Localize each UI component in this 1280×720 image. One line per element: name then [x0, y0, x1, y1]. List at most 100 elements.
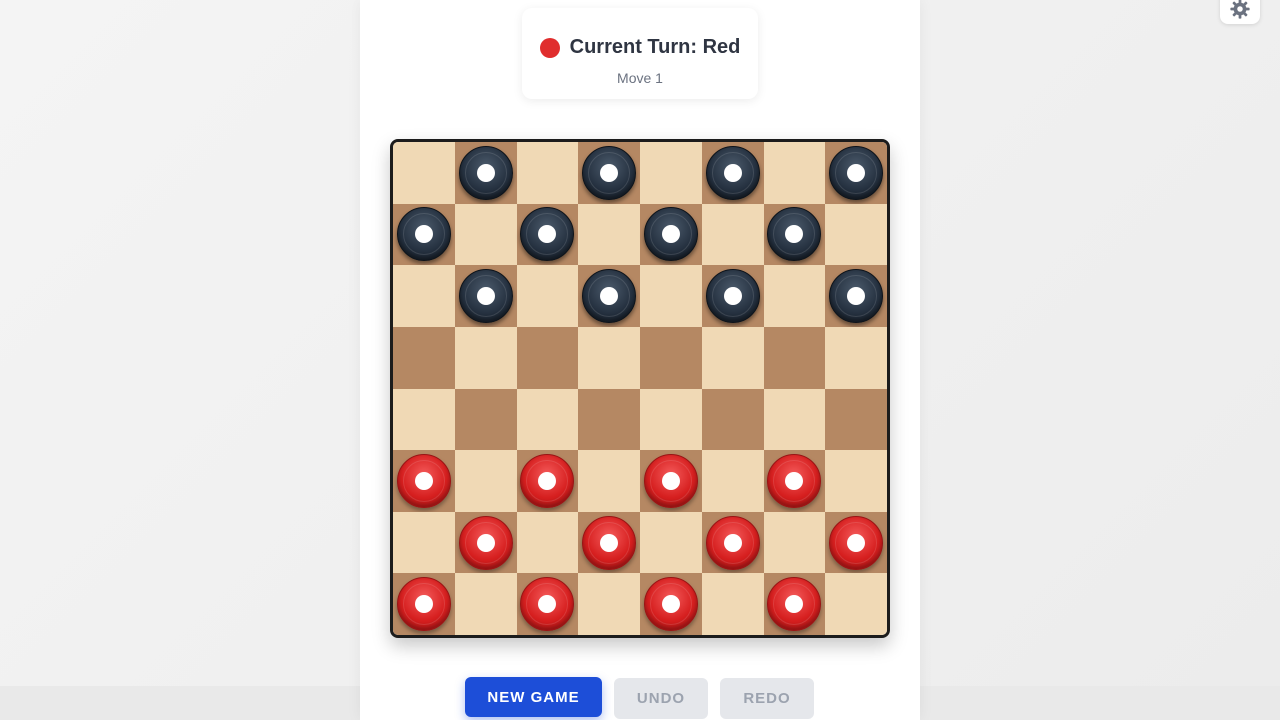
- black-checker-piece[interactable]: [582, 269, 637, 324]
- red-checker-piece[interactable]: [396, 577, 451, 632]
- board-square[interactable]: [763, 388, 826, 451]
- board-square[interactable]: [454, 450, 517, 512]
- board-square[interactable]: [763, 142, 826, 204]
- red-checker-piece[interactable]: [767, 577, 822, 632]
- red-checker-piece[interactable]: [705, 515, 760, 570]
- board-square[interactable]: [701, 265, 764, 327]
- checkers-board[interactable]: [390, 139, 890, 638]
- board-square[interactable]: [578, 326, 640, 389]
- board-square[interactable]: [578, 388, 640, 451]
- piece-center-dot: [600, 163, 619, 182]
- board-square[interactable]: [516, 265, 579, 327]
- board-square[interactable]: [578, 142, 640, 204]
- board-square[interactable]: [393, 265, 455, 327]
- board-square[interactable]: [393, 573, 455, 635]
- black-checker-piece[interactable]: [829, 145, 884, 200]
- board-square[interactable]: [454, 265, 517, 327]
- board-square[interactable]: [825, 511, 887, 574]
- board-square[interactable]: [640, 142, 702, 204]
- board-square[interactable]: [516, 450, 579, 512]
- piece-center-dot: [538, 595, 557, 614]
- red-checker-piece[interactable]: [767, 453, 822, 508]
- board-square[interactable]: [640, 573, 702, 635]
- red-checker-piece[interactable]: [396, 453, 451, 508]
- board-square[interactable]: [393, 511, 455, 574]
- board-square[interactable]: [701, 511, 764, 574]
- board-square[interactable]: [701, 573, 764, 635]
- board-square[interactable]: [393, 142, 455, 204]
- black-checker-piece[interactable]: [643, 207, 698, 262]
- board-square[interactable]: [516, 142, 579, 204]
- board-square[interactable]: [516, 203, 579, 266]
- board-square[interactable]: [825, 573, 887, 635]
- board-square[interactable]: [640, 388, 702, 451]
- board-square[interactable]: [763, 203, 826, 266]
- board-square[interactable]: [763, 265, 826, 327]
- board-square[interactable]: [701, 142, 764, 204]
- board-square[interactable]: [454, 326, 517, 389]
- board-square[interactable]: [516, 573, 579, 635]
- board-square[interactable]: [454, 203, 517, 266]
- board-square[interactable]: [393, 450, 455, 512]
- black-checker-piece[interactable]: [705, 145, 760, 200]
- red-checker-piece[interactable]: [520, 453, 575, 508]
- board-square[interactable]: [454, 511, 517, 574]
- board-square[interactable]: [640, 326, 702, 389]
- board-square[interactable]: [763, 511, 826, 574]
- board-square[interactable]: [578, 203, 640, 266]
- board-square[interactable]: [393, 388, 455, 451]
- board-square[interactable]: [763, 450, 826, 512]
- black-checker-piece[interactable]: [458, 145, 513, 200]
- move-counter: Move 1: [617, 70, 663, 86]
- red-checker-piece[interactable]: [520, 577, 575, 632]
- piece-center-dot: [538, 225, 557, 244]
- board-square[interactable]: [640, 265, 702, 327]
- black-checker-piece[interactable]: [705, 269, 760, 324]
- board-square[interactable]: [578, 573, 640, 635]
- board-square[interactable]: [578, 450, 640, 512]
- new-game-button[interactable]: NEW GAME: [465, 677, 602, 717]
- board-square[interactable]: [825, 203, 887, 266]
- board-square[interactable]: [454, 573, 517, 635]
- black-checker-piece[interactable]: [829, 269, 884, 324]
- board-square[interactable]: [701, 203, 764, 266]
- piece-center-dot: [414, 471, 433, 490]
- board-square[interactable]: [393, 203, 455, 266]
- black-checker-piece[interactable]: [396, 207, 451, 262]
- red-checker-piece[interactable]: [458, 515, 513, 570]
- board-square[interactable]: [825, 388, 887, 451]
- board-square[interactable]: [454, 142, 517, 204]
- red-checker-piece[interactable]: [582, 515, 637, 570]
- board-square[interactable]: [701, 388, 764, 451]
- board-square[interactable]: [516, 326, 579, 389]
- black-checker-piece[interactable]: [520, 207, 575, 262]
- red-checker-piece[interactable]: [643, 453, 698, 508]
- board-square[interactable]: [825, 450, 887, 512]
- board-square[interactable]: [454, 388, 517, 451]
- black-checker-piece[interactable]: [582, 145, 637, 200]
- board-square[interactable]: [640, 450, 702, 512]
- undo-button[interactable]: UNDO: [614, 678, 708, 719]
- board-square[interactable]: [701, 326, 764, 389]
- board-square[interactable]: [640, 203, 702, 266]
- board-square[interactable]: [825, 142, 887, 204]
- board-square[interactable]: [763, 573, 826, 635]
- piece-center-dot: [661, 471, 680, 490]
- board-square[interactable]: [825, 326, 887, 389]
- board-square[interactable]: [701, 450, 764, 512]
- game-controls: NEW GAME UNDO REDO: [465, 677, 814, 719]
- board-square[interactable]: [763, 326, 826, 389]
- settings-button[interactable]: [1220, 0, 1260, 24]
- red-checker-piece[interactable]: [643, 577, 698, 632]
- redo-button[interactable]: REDO: [720, 678, 814, 719]
- board-square[interactable]: [516, 388, 579, 451]
- black-checker-piece[interactable]: [458, 269, 513, 324]
- board-square[interactable]: [578, 511, 640, 574]
- board-square[interactable]: [578, 265, 640, 327]
- board-square[interactable]: [825, 265, 887, 327]
- red-checker-piece[interactable]: [829, 515, 884, 570]
- board-square[interactable]: [393, 326, 455, 389]
- board-square[interactable]: [516, 511, 579, 574]
- black-checker-piece[interactable]: [767, 207, 822, 262]
- board-square[interactable]: [640, 511, 702, 574]
